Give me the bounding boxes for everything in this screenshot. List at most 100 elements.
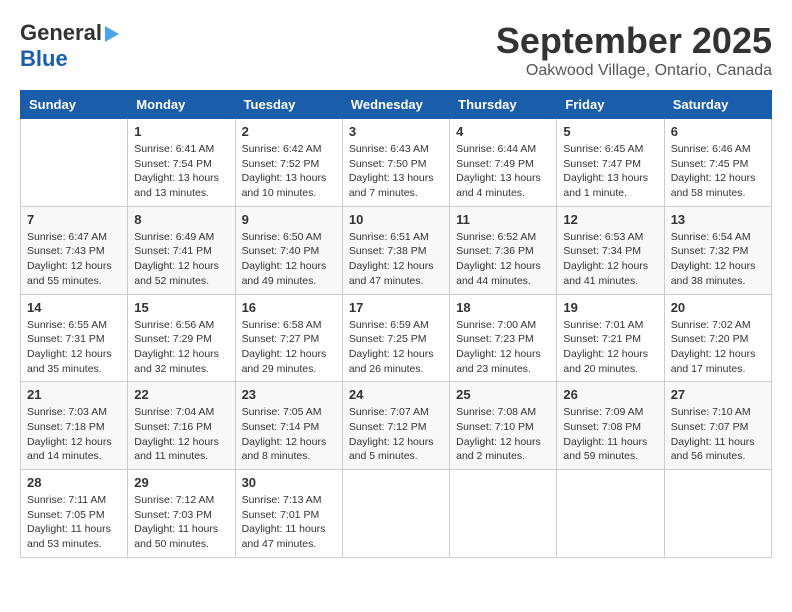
page-header: General Blue September 2025 Oakwood Vill…: [20, 20, 772, 80]
day-number: 13: [671, 212, 765, 227]
day-info: Sunrise: 6:44 AMSunset: 7:49 PMDaylight:…: [456, 142, 550, 201]
day-info: Sunrise: 7:09 AMSunset: 7:08 PMDaylight:…: [563, 405, 657, 464]
calendar-cell: 16 Sunrise: 6:58 AMSunset: 7:27 PMDayligh…: [235, 294, 342, 382]
week-row-1: 1 Sunrise: 6:41 AMSunset: 7:54 PMDaylight…: [21, 119, 772, 207]
day-info: Sunrise: 6:53 AMSunset: 7:34 PMDaylight:…: [563, 230, 657, 289]
calendar-cell: 22 Sunrise: 7:04 AMSunset: 7:16 PMDayligh…: [128, 382, 235, 470]
col-sunday: Sunday: [21, 91, 128, 119]
calendar-cell: 7Sunrise: 6:47 AMSunset: 7:43 PMDaylight…: [21, 206, 128, 294]
week-row-3: 14 Sunrise: 6:55 AMSunset: 7:31 PMDayligh…: [21, 294, 772, 382]
day-info: Sunrise: 7:05 AMSunset: 7:14 PMDaylight:…: [242, 405, 336, 464]
calendar-cell: 10 Sunrise: 6:51 AMSunset: 7:38 PMDayligh…: [342, 206, 449, 294]
month-title: September 2025: [496, 20, 772, 62]
calendar-cell: 2 Sunrise: 6:42 AMSunset: 7:52 PMDaylight…: [235, 119, 342, 207]
calendar-cell: 5 Sunrise: 6:45 AMSunset: 7:47 PMDaylight…: [557, 119, 664, 207]
day-number: 15: [134, 300, 228, 315]
calendar-cell: 9 Sunrise: 6:50 AMSunset: 7:40 PMDaylight…: [235, 206, 342, 294]
calendar-cell: 8 Sunrise: 6:49 AMSunset: 7:41 PMDaylight…: [128, 206, 235, 294]
calendar-cell: 19 Sunrise: 7:01 AMSunset: 7:21 PMDayligh…: [557, 294, 664, 382]
day-number: 3: [349, 124, 443, 139]
logo-arrow-icon: [105, 26, 119, 42]
day-info: Sunrise: 6:41 AMSunset: 7:54 PMDaylight:…: [134, 142, 228, 201]
calendar-cell: 20 Sunrise: 7:02 AMSunset: 7:20 PMDayligh…: [664, 294, 771, 382]
calendar-cell: 29Sunrise: 7:12 AMSunset: 7:03 PMDayligh…: [128, 470, 235, 558]
day-number: 8: [134, 212, 228, 227]
day-info: Sunrise: 7:01 AMSunset: 7:21 PMDaylight:…: [563, 318, 657, 377]
calendar-cell: 23 Sunrise: 7:05 AMSunset: 7:14 PMDayligh…: [235, 382, 342, 470]
day-info: Sunrise: 7:03 AMSunset: 7:18 PMDaylight:…: [27, 405, 121, 464]
calendar-cell: 6Sunrise: 6:46 AMSunset: 7:45 PMDaylight…: [664, 119, 771, 207]
day-number: 17: [349, 300, 443, 315]
logo: General Blue: [20, 20, 119, 72]
day-number: 4: [456, 124, 550, 139]
calendar-cell: 24 Sunrise: 7:07 AMSunset: 7:12 PMDayligh…: [342, 382, 449, 470]
day-info: Sunrise: 6:43 AMSunset: 7:50 PMDaylight:…: [349, 142, 443, 201]
calendar-cell: [664, 470, 771, 558]
day-number: 21: [27, 387, 121, 402]
day-number: 28: [27, 475, 121, 490]
day-number: 14: [27, 300, 121, 315]
day-number: 29: [134, 475, 228, 490]
calendar-cell: [557, 470, 664, 558]
day-info: Sunrise: 6:55 AMSunset: 7:31 PMDaylight:…: [27, 318, 121, 377]
day-number: 11: [456, 212, 550, 227]
day-info: Sunrise: 6:42 AMSunset: 7:52 PMDaylight:…: [242, 142, 336, 201]
day-number: 26: [563, 387, 657, 402]
calendar-cell: 4 Sunrise: 6:44 AMSunset: 7:49 PMDaylight…: [450, 119, 557, 207]
calendar-cell: 25Sunrise: 7:08 AMSunset: 7:10 PMDayligh…: [450, 382, 557, 470]
calendar-cell: 18 Sunrise: 7:00 AMSunset: 7:23 PMDayligh…: [450, 294, 557, 382]
day-info: Sunrise: 7:04 AMSunset: 7:16 PMDaylight:…: [134, 405, 228, 464]
day-number: 22: [134, 387, 228, 402]
calendar-cell: 15Sunrise: 6:56 AMSunset: 7:29 PMDayligh…: [128, 294, 235, 382]
day-number: 5: [563, 124, 657, 139]
day-info: Sunrise: 6:49 AMSunset: 7:41 PMDaylight:…: [134, 230, 228, 289]
logo-text-blue: Blue: [20, 46, 68, 71]
day-info: Sunrise: 7:02 AMSunset: 7:20 PMDaylight:…: [671, 318, 765, 377]
week-row-5: 28Sunrise: 7:11 AMSunset: 7:05 PMDayligh…: [21, 470, 772, 558]
calendar-cell: 12 Sunrise: 6:53 AMSunset: 7:34 PMDayligh…: [557, 206, 664, 294]
day-number: 9: [242, 212, 336, 227]
calendar-cell: 30Sunrise: 7:13 AMSunset: 7:01 PMDayligh…: [235, 470, 342, 558]
day-number: 30: [242, 475, 336, 490]
day-info: Sunrise: 6:54 AMSunset: 7:32 PMDaylight:…: [671, 230, 765, 289]
day-info: Sunrise: 6:50 AMSunset: 7:40 PMDaylight:…: [242, 230, 336, 289]
col-wednesday: Wednesday: [342, 91, 449, 119]
day-info: Sunrise: 7:10 AMSunset: 7:07 PMDaylight:…: [671, 405, 765, 464]
col-saturday: Saturday: [664, 91, 771, 119]
calendar-header-row: Sunday Monday Tuesday Wednesday Thursday…: [21, 91, 772, 119]
calendar-table: Sunday Monday Tuesday Wednesday Thursday…: [20, 90, 772, 558]
week-row-2: 7Sunrise: 6:47 AMSunset: 7:43 PMDaylight…: [21, 206, 772, 294]
calendar-cell: [21, 119, 128, 207]
day-info: Sunrise: 7:07 AMSunset: 7:12 PMDaylight:…: [349, 405, 443, 464]
calendar-cell: 21 Sunrise: 7:03 AMSunset: 7:18 PMDayligh…: [21, 382, 128, 470]
day-number: 12: [563, 212, 657, 227]
day-info: Sunrise: 6:58 AMSunset: 7:27 PMDaylight:…: [242, 318, 336, 377]
day-number: 19: [563, 300, 657, 315]
calendar-cell: 1 Sunrise: 6:41 AMSunset: 7:54 PMDaylight…: [128, 119, 235, 207]
day-number: 24: [349, 387, 443, 402]
day-number: 6: [671, 124, 765, 139]
logo-text-general: General: [20, 20, 102, 46]
day-number: 1: [134, 124, 228, 139]
day-number: 23: [242, 387, 336, 402]
day-info: Sunrise: 6:52 AMSunset: 7:36 PMDaylight:…: [456, 230, 550, 289]
day-number: 20: [671, 300, 765, 315]
calendar-cell: 17Sunrise: 6:59 AMSunset: 7:25 PMDayligh…: [342, 294, 449, 382]
col-friday: Friday: [557, 91, 664, 119]
col-monday: Monday: [128, 91, 235, 119]
day-number: 2: [242, 124, 336, 139]
day-number: 10: [349, 212, 443, 227]
day-number: 18: [456, 300, 550, 315]
day-info: Sunrise: 6:51 AMSunset: 7:38 PMDaylight:…: [349, 230, 443, 289]
day-number: 16: [242, 300, 336, 315]
day-number: 27: [671, 387, 765, 402]
location-subtitle: Oakwood Village, Ontario, Canada: [496, 62, 772, 80]
calendar-cell: 27 Sunrise: 7:10 AMSunset: 7:07 PMDayligh…: [664, 382, 771, 470]
day-info: Sunrise: 7:00 AMSunset: 7:23 PMDaylight:…: [456, 318, 550, 377]
title-block: September 2025 Oakwood Village, Ontario,…: [496, 20, 772, 80]
calendar-cell: 11 Sunrise: 6:52 AMSunset: 7:36 PMDayligh…: [450, 206, 557, 294]
day-number: 25: [456, 387, 550, 402]
day-info: Sunrise: 6:45 AMSunset: 7:47 PMDaylight:…: [563, 142, 657, 201]
day-number: 7: [27, 212, 121, 227]
calendar-cell: 26 Sunrise: 7:09 AMSunset: 7:08 PMDayligh…: [557, 382, 664, 470]
